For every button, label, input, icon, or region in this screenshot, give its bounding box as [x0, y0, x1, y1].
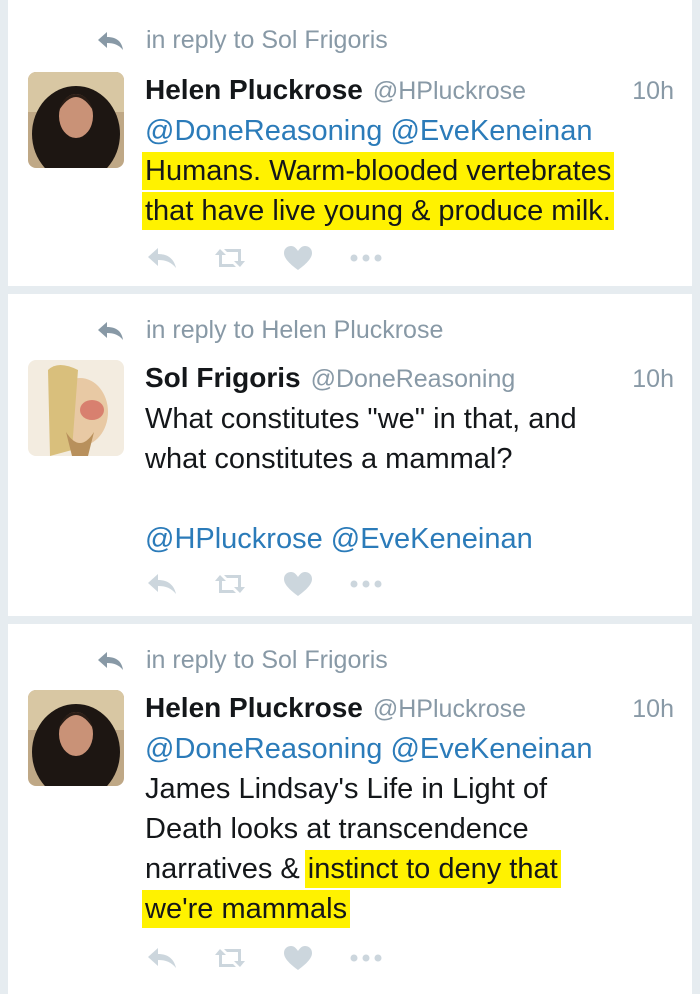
reply-arrow-icon [96, 650, 126, 672]
in-reply-to-line[interactable]: in reply to Helen Pluckrose [96, 316, 443, 345]
author-name[interactable]: Helen Pluckrose [145, 74, 363, 106]
tweet-text-line: what constitutes a mammal? [145, 443, 513, 475]
tweet-1[interactable]: in reply to Sol Frigoris Helen Pluckrose… [8, 0, 692, 286]
avatar[interactable] [28, 360, 124, 456]
author-handle[interactable]: @DoneReasoning [311, 365, 516, 394]
in-reply-to-text: in reply to Sol Frigoris [146, 646, 388, 674]
heart-icon[interactable] [281, 944, 315, 972]
tweet-2[interactable]: in reply to Helen Pluckrose Sol Frigoris… [8, 294, 692, 616]
author-handle[interactable]: @HPluckrose [373, 695, 526, 724]
tweet-text-line: James Lindsay's Life in Light of [145, 773, 548, 805]
highlighted-text: that have live young & produce milk. [145, 195, 611, 227]
retweet-icon[interactable] [213, 570, 247, 598]
timestamp[interactable]: 10h [632, 77, 674, 106]
heart-icon[interactable] [281, 570, 315, 598]
retweet-icon[interactable] [213, 944, 247, 972]
highlighted-text: instinct to deny that [307, 853, 558, 885]
mentions[interactable]: @HPluckrose @EveKeneinan [145, 523, 533, 555]
author-name[interactable]: Sol Frigoris [145, 362, 301, 394]
author-handle[interactable]: @HPluckrose [373, 77, 526, 106]
avatar[interactable] [28, 690, 124, 786]
heart-icon[interactable] [281, 244, 315, 272]
more-dots-icon[interactable] [349, 570, 383, 598]
avatar[interactable] [28, 72, 124, 168]
more-dots-icon[interactable] [349, 944, 383, 972]
tweet-actions [145, 944, 417, 972]
tweet-text-line: What constitutes "we" in that, and [145, 403, 577, 435]
reply-icon[interactable] [145, 570, 179, 598]
in-reply-to-text: in reply to Helen Pluckrose [146, 316, 444, 344]
tweet-text-line: narratives & [145, 853, 308, 885]
tweet-3[interactable]: in reply to Sol Frigoris Helen Pluckrose… [8, 624, 692, 994]
highlighted-text: we're mammals [145, 893, 348, 925]
author-name[interactable]: Helen Pluckrose [145, 692, 363, 724]
timestamp[interactable]: 10h [632, 365, 674, 394]
more-dots-icon[interactable] [349, 244, 383, 272]
in-reply-to-line[interactable]: in reply to Sol Frigoris [96, 26, 388, 55]
in-reply-to-text: in reply to Sol Frigoris [146, 26, 388, 54]
reply-icon[interactable] [145, 944, 179, 972]
timestamp[interactable]: 10h [632, 695, 674, 724]
mentions[interactable]: @DoneReasoning @EveKeneinan [145, 733, 592, 765]
retweet-icon[interactable] [213, 244, 247, 272]
reply-arrow-icon [96, 30, 126, 52]
reply-icon[interactable] [145, 244, 179, 272]
tweet-text: What constitutes "we" in that, and what … [145, 399, 685, 559]
tweet-actions [145, 570, 417, 598]
tweet-text: @DoneReasoning @EveKeneinan James Lindsa… [145, 729, 685, 929]
highlighted-text: Humans. Warm-blooded vertebrates [145, 155, 612, 187]
mentions[interactable]: @DoneReasoning @EveKeneinan [145, 115, 592, 147]
tweet-text-line: Death looks at transcendence [145, 813, 529, 845]
tweet-actions [145, 244, 417, 272]
reply-arrow-icon [96, 320, 126, 342]
in-reply-to-line[interactable]: in reply to Sol Frigoris [96, 646, 388, 675]
tweet-text: @DoneReasoning @EveKeneinan Humans. Warm… [145, 111, 685, 231]
